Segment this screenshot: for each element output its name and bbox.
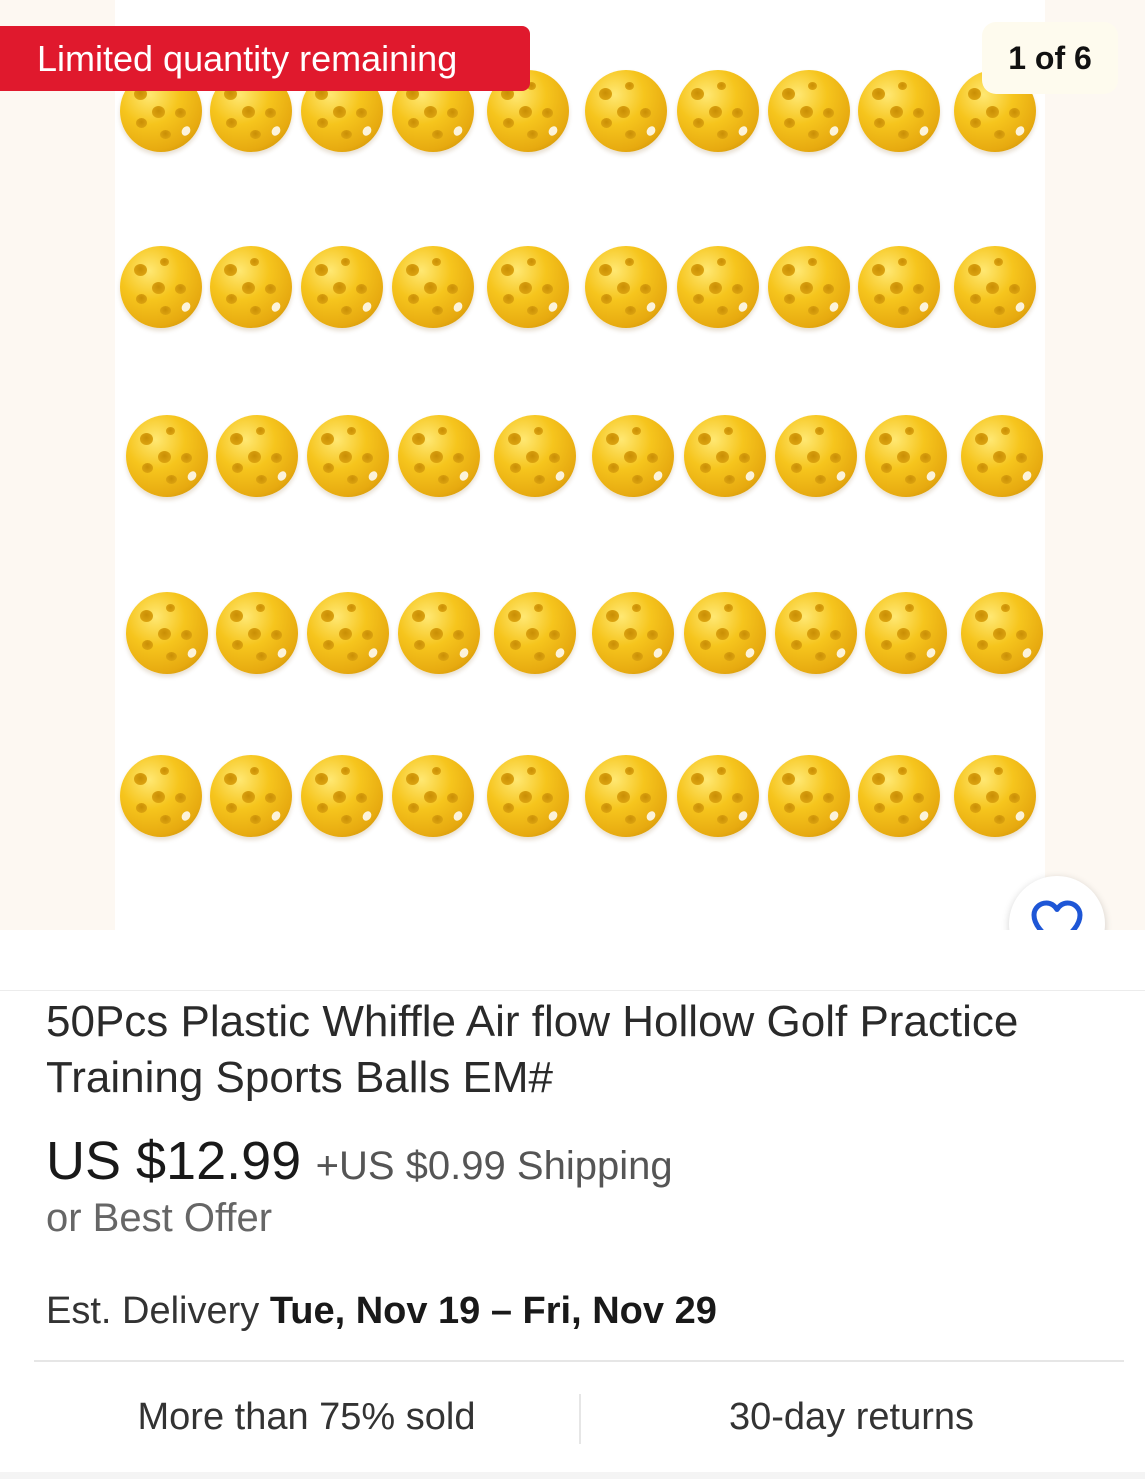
delivery-label: Est. Delivery [46,1290,260,1332]
heart-outline-icon [1031,900,1083,930]
best-offer-text: or Best Offer [46,1196,273,1240]
whiffle-ball [677,70,759,152]
whiffle-ball [775,415,857,497]
whiffle-ball [307,592,389,674]
whiffle-ball [216,592,298,674]
whiffle-ball [768,70,850,152]
whiffle-ball [865,415,947,497]
whiffle-ball [301,755,383,837]
whiffle-ball [592,415,674,497]
whiffle-ball [494,592,576,674]
delivery-range: Tue, Nov 19 – Fri, Nov 29 [269,1290,717,1332]
whiffle-ball [858,755,940,837]
listing-title: 50Pcs Plastic Whiffle Air flow Hollow Go… [46,997,1019,1102]
estimated-delivery: Est. Delivery Tue, Nov 19 – Fri, Nov 29 [46,1290,717,1333]
whiffle-ball [961,592,1043,674]
returns-policy: 30-day returns [728,1396,974,1438]
ball-row [115,592,1045,682]
whiffle-ball [677,755,759,837]
whiffle-ball [585,70,667,152]
whiffle-ball [954,246,1036,328]
listing-stats: More than 75% sold 30-day returns [34,1362,1124,1472]
product-photo[interactable] [115,0,1045,930]
item-price: US $12.99 [46,1131,302,1191]
image-counter: 1 of 6 [982,22,1118,94]
whiffle-ball [961,415,1043,497]
whiffle-ball [307,415,389,497]
bottom-edge [0,1472,1145,1479]
whiffle-ball [210,755,292,837]
whiffle-ball [775,592,857,674]
whiffle-ball [768,246,850,328]
whiffle-ball [126,592,208,674]
whiffle-ball [392,246,474,328]
whiffle-ball [398,415,480,497]
ball-row [115,246,1045,336]
whiffle-ball [210,246,292,328]
whiffle-ball [487,246,569,328]
whiffle-ball [398,592,480,674]
whiffle-ball [494,415,576,497]
section-divider [0,990,1145,991]
whiffle-ball [487,755,569,837]
whiffle-ball [126,415,208,497]
whiffle-ball [216,415,298,497]
whiffle-ball [392,755,474,837]
sold-percentage: More than 75% sold [137,1396,476,1438]
whiffle-ball [865,592,947,674]
whiffle-ball [858,246,940,328]
whiffle-ball [120,755,202,837]
whiffle-ball [684,592,766,674]
whiffle-ball [684,415,766,497]
whiffle-ball [858,70,940,152]
shipping-cost: +US $0.99 Shipping [315,1144,673,1188]
whiffle-ball [592,592,674,674]
ball-row [115,755,1045,845]
whiffle-ball [585,246,667,328]
whiffle-ball [954,755,1036,837]
whiffle-ball [677,246,759,328]
ball-row [115,415,1045,505]
whiffle-ball [120,246,202,328]
limited-quantity-banner: Limited quantity remaining [0,26,530,91]
whiffle-ball [301,246,383,328]
price-line: US $12.99 +US $0.99 Shipping [46,1130,673,1192]
whiffle-ball [768,755,850,837]
product-image-gallery[interactable]: Limited quantity remaining 1 of 6 [0,0,1145,930]
whiffle-ball [585,755,667,837]
